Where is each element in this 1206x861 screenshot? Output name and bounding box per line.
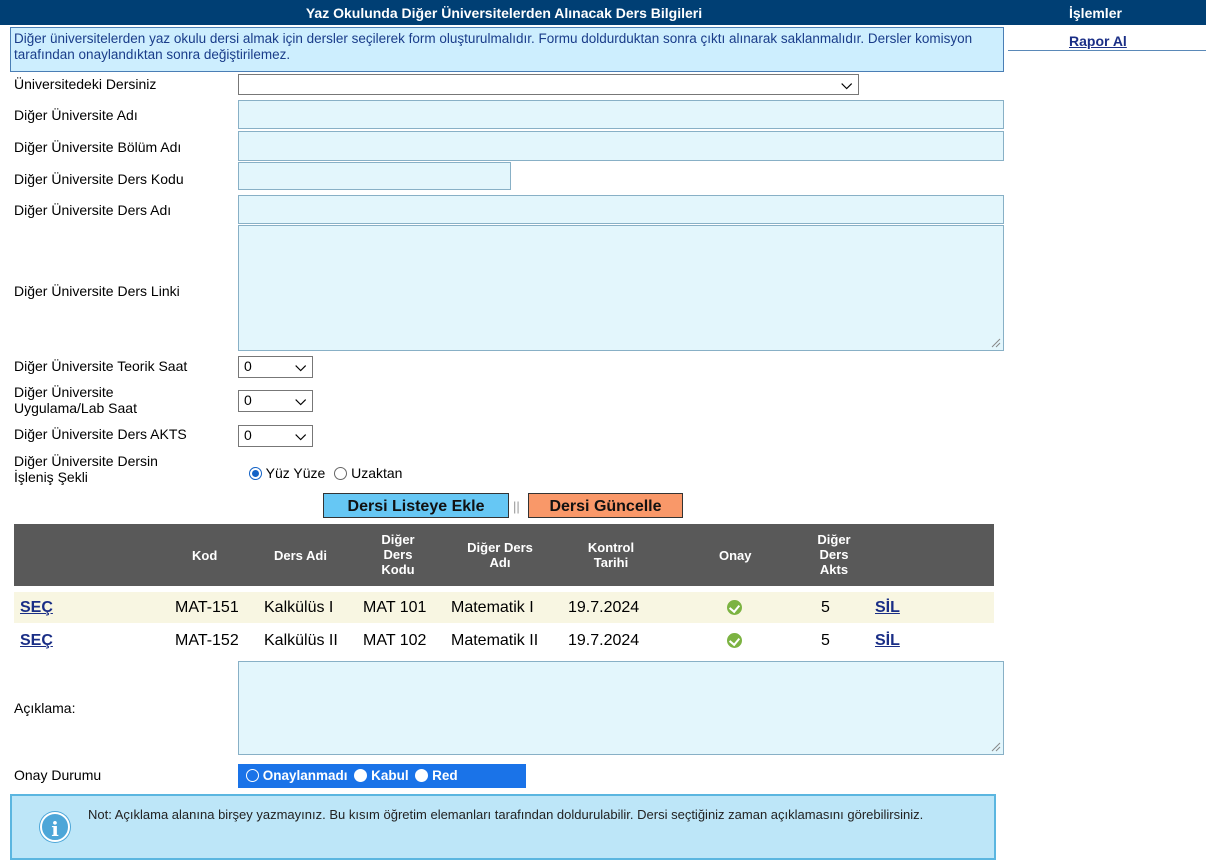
approved-check-icon [727, 633, 742, 648]
akts-label: Diğer Üniversite Ders AKTS [14, 426, 187, 442]
col-kod: Kod [192, 548, 218, 563]
cell-tarih: 19.7.2024 [568, 599, 640, 616]
cell-kod: MAT-151 [175, 599, 239, 616]
course-code-input[interactable] [238, 162, 511, 190]
info-icon: i [40, 812, 70, 842]
face-to-face-label: Yüz Yüze [265, 465, 326, 481]
info-banner: Diğer üniversitelerden yaz okulu dersi a… [10, 27, 1004, 72]
reject-label: Red [432, 768, 458, 783]
cell-akts: 5 [821, 632, 830, 649]
delivery-mode-label: Diğer Üniversite Dersin İşleniş Şekli [14, 453, 158, 485]
col-ders-adi: Ders Adi [274, 548, 327, 563]
report-link[interactable]: Rapor Al [1069, 33, 1127, 49]
cell-ders-adi: Kalkülüs II [264, 632, 338, 649]
lab-label-line1: Diğer Üniversite [14, 384, 114, 400]
akts-select[interactable]: 0 ⌵ [238, 425, 313, 447]
approval-label: Onay Durumu [14, 767, 102, 783]
select-link[interactable]: SEÇ [20, 592, 53, 623]
course-name-input[interactable] [238, 195, 1004, 224]
comment-label: Açıklama: [14, 700, 76, 716]
button-separator: || [513, 499, 520, 514]
mode-label-line1: Diğer Üniversite Dersin [14, 453, 158, 469]
lab-hours-label: Diğer Üniversite Uygulama/Lab Saat [14, 384, 137, 416]
table-header: Kod Ders Adi Diğer Ders Kodu Diğer Ders … [14, 524, 994, 586]
remote-radio[interactable] [334, 467, 348, 480]
note-box: i Not: Açıklama alanına birşey yazmayını… [10, 794, 996, 860]
cell-kod: MAT-152 [175, 632, 239, 649]
face-to-face-radio[interactable] [249, 467, 262, 480]
sidebar-divider [1008, 50, 1206, 51]
col-diger-adi: Diğer Ders Adı [467, 540, 533, 570]
course-select[interactable]: ⌵ [238, 74, 859, 95]
cell-ders-adi: Kalkülüs I [264, 599, 334, 616]
uni-name-label: Diğer Üniversite Adı [14, 107, 138, 123]
cell-tarih: 19.7.2024 [568, 632, 640, 649]
col-akts: Diğer Ders Akts [817, 532, 851, 577]
delivery-mode-group: Yüz Yüze Uzaktan [249, 465, 402, 481]
uni-name-input[interactable] [238, 100, 1004, 129]
table-row: SEÇ MAT-151 Kalkülüs I MAT 101 Matematik… [14, 592, 994, 623]
approved-check-icon [727, 600, 742, 615]
add-to-list-button[interactable]: Dersi Listeye Ekle [323, 493, 509, 518]
course-label: Üniversitedeki Dersiniz [14, 76, 157, 92]
course-link-label: Diğer Üniversite Ders Linki [14, 283, 180, 299]
course-code-label: Diğer Üniversite Ders Kodu [14, 171, 184, 187]
actions-title: İşlemler [1008, 0, 1206, 25]
cell-diger-adi: Matematik II [451, 632, 539, 649]
cell-diger-kodu: MAT 102 [363, 632, 427, 649]
chevron-down-icon: ⌵ [295, 427, 306, 443]
resize-handle-icon[interactable] [991, 338, 1001, 348]
accept-label: Kabul [371, 768, 409, 783]
course-name-label: Diğer Üniversite Ders Adı [14, 202, 172, 218]
page-title: Yaz Okulunda Diğer Üniversitelerden Alın… [0, 0, 1008, 25]
comment-textarea[interactable] [238, 661, 1004, 755]
chevron-down-icon: ⌵ [295, 358, 306, 374]
not-approved-label: Onaylanmadı [262, 768, 348, 783]
note-text: Not: Açıklama alanına birşey yazmayınız.… [88, 807, 924, 822]
lab-label-line2: Uygulama/Lab Saat [14, 400, 137, 416]
delete-link[interactable]: SİL [875, 625, 900, 656]
dept-name-label: Diğer Üniversite Bölüm Adı [14, 139, 182, 155]
update-course-button[interactable]: Dersi Güncelle [528, 493, 683, 518]
delete-link[interactable]: SİL [875, 592, 900, 623]
select-link[interactable]: SEÇ [20, 625, 53, 656]
accept-radio[interactable] [354, 769, 368, 782]
theory-hours-label: Diğer Üniversite Teorik Saat [14, 358, 188, 374]
approval-radio-group: Onaylanmadı Kabul Red [238, 764, 526, 788]
lab-hours-value: 0 [244, 392, 252, 408]
col-kontrol-tarihi: Kontrol Tarihi [587, 540, 635, 570]
course-link-textarea[interactable] [238, 225, 1004, 351]
akts-value: 0 [244, 427, 252, 443]
reject-radio[interactable] [415, 769, 429, 782]
theory-hours-select[interactable]: 0 ⌵ [238, 356, 313, 378]
mode-label-line2: İşleniş Şekli [14, 469, 88, 485]
col-onay: Onay [719, 548, 752, 563]
lab-hours-select[interactable]: 0 ⌵ [238, 390, 313, 412]
dept-name-input[interactable] [238, 131, 1004, 161]
cell-diger-kodu: MAT 101 [363, 599, 427, 616]
not-approved-radio[interactable] [246, 769, 259, 782]
cell-diger-adi: Matematik I [451, 599, 534, 616]
resize-handle-icon[interactable] [991, 742, 1001, 752]
chevron-down-icon: ⌵ [295, 392, 306, 408]
table-row: SEÇ MAT-152 Kalkülüs II MAT 102 Matemati… [14, 625, 994, 656]
col-diger-kodu: Diğer Ders Kodu [381, 532, 415, 577]
remote-label: Uzaktan [351, 465, 403, 481]
theory-hours-value: 0 [244, 358, 252, 374]
cell-akts: 5 [821, 599, 830, 616]
chevron-down-icon: ⌵ [841, 76, 852, 92]
